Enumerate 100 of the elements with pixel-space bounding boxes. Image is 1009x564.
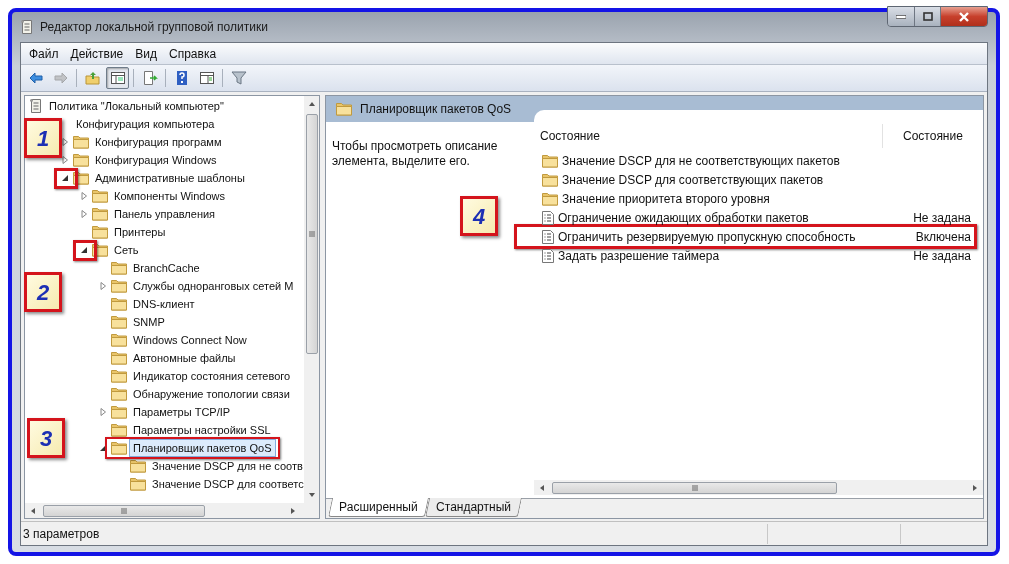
folder-icon [73,153,89,167]
setting-name: Задать разрешение таймера [558,247,720,265]
setting-name: Ограничение ожидающих обработки пакетов [558,209,809,227]
scroll-thumb[interactable] [552,481,837,494]
folder-icon [111,423,127,437]
list-row[interactable]: Значение DSCP для соответствующих пакетов [534,170,983,189]
document-icon [29,98,43,114]
setting-name: Значение приоритета второго уровня [562,190,770,208]
folder-icon [111,351,127,365]
tree-item[interactable]: Значение DSCP для не соотв [148,457,304,475]
status-text: 3 параметров [22,525,101,543]
setting-name: Значение DSCP для не соответствующих пакетов [562,152,840,170]
column-header[interactable]: Состояние [883,124,983,148]
close-button[interactable] [941,7,987,26]
list-row[interactable]: Ограничить резервируемую пропускную способность Включена [534,227,983,246]
list-row[interactable]: Задать разрешение таймера Не задана [534,246,983,265]
scroll-thumb[interactable] [305,114,318,354]
tree-item[interactable]: Windows Connect Now [129,331,251,349]
folder-icon [111,261,127,275]
minimize-button[interactable] [888,7,915,26]
horizontal-scrollbar[interactable] [534,480,983,495]
scroll-left-icon[interactable] [538,483,546,492]
tree-item[interactable]: Сеть [110,241,143,259]
tree-item[interactable]: Компоненты Windows [110,187,230,205]
folder-icon [111,387,127,401]
tree-item[interactable]: Параметры TCP/IP [129,403,235,421]
setting-state: Включена [915,228,971,246]
list-row[interactable]: Ограничение ожидающих обработки пакетов Не задана [534,208,983,227]
callout-badge: 3 [27,418,65,458]
tree-item[interactable]: DNS-клиент [129,295,199,313]
up-folder-icon [84,70,101,86]
folder-icon [73,135,89,149]
column-header[interactable]: Состояние [534,124,883,148]
maximize-icon [922,12,933,21]
callout-badge: 2 [24,272,62,312]
tree-item[interactable]: BranchCache [129,259,204,277]
grip-icon [121,507,127,514]
folder-icon [111,333,127,347]
vertical-scrollbar[interactable] [304,96,319,503]
folder-icon [111,297,127,311]
tree-item[interactable]: Панель управления [110,205,220,223]
expand-arrow-icon[interactable] [99,408,107,416]
menu-item[interactable]: Файл [25,44,63,63]
expand-arrow-icon[interactable] [61,156,69,164]
tree-item[interactable]: Параметры настройки SSL [129,421,275,439]
window-title: Редактор локальной групповой политики [40,19,268,36]
folder-icon [542,172,558,187]
folder-icon [111,405,127,419]
setting-state: Не задана [913,247,971,265]
scroll-right-icon[interactable] [289,506,297,515]
expand-arrow-icon[interactable] [80,210,88,218]
tree-pane-button[interactable] [106,67,129,89]
expand-arrow-icon[interactable] [80,192,88,200]
view-tab[interactable]: Стандартный [424,498,522,517]
folder-icon [111,441,127,455]
tree-item[interactable]: Конфигурация программ [91,133,226,151]
scroll-thumb[interactable] [43,504,205,517]
folder-icon [130,459,146,473]
horizontal-scrollbar[interactable] [25,503,319,518]
scroll-up-icon[interactable] [307,100,316,108]
tree-item[interactable]: Конфигурация Windows [91,151,221,169]
collapse-arrow-icon[interactable] [80,246,88,254]
document-icon [20,19,34,35]
details-title: Планировщик пакетов QoS [360,101,512,118]
folder-icon [111,369,127,383]
list-row[interactable]: Значение DSCP для не соответствующих пакетов [534,151,983,170]
tree-item[interactable]: Автономные файлы [129,349,240,367]
setting-icon [542,210,554,225]
tree-item[interactable]: Индикатор состояния сетевого [129,367,295,385]
tree-item[interactable]: Политика "Локальный компьютер" [45,97,228,115]
tree-item[interactable]: Службы одноранговых сетей М [129,277,298,295]
collapse-arrow-icon[interactable] [61,174,69,182]
setting-name: Ограничить резервируемую пропускную способность [558,228,856,246]
folder-icon [111,279,127,293]
scroll-left-icon[interactable] [29,506,37,515]
scroll-down-icon[interactable] [307,491,316,499]
expand-arrow-icon[interactable] [61,138,69,146]
setting-state: Не задана [913,209,971,227]
setting-name: Значение DSCP для соответствующих пакетов [562,171,824,189]
export-icon [141,70,158,86]
tree-item[interactable]: Конфигурация компьютера [72,115,219,133]
tree-item[interactable]: Значение DSCP для соответс [148,475,304,493]
tree-item[interactable]: Административные шаблоны [91,169,249,187]
folder-icon [92,225,108,239]
menu-item[interactable]: Справка [165,44,221,63]
collapse-arrow-icon[interactable] [99,444,107,452]
tree-item[interactable]: Принтеры [110,223,170,241]
view-tab[interactable]: Расширенный [328,498,429,517]
tree-item[interactable]: Планировщик пакетов QoS [129,439,276,457]
menu-item[interactable]: Вид [131,44,161,63]
list-row[interactable]: Значение приоритета второго уровня [534,189,983,208]
filter-icon [230,70,247,86]
expand-arrow-icon[interactable] [99,282,107,290]
maximize-button[interactable] [915,7,941,26]
tree-item[interactable]: SNMP [129,313,169,331]
menu-item[interactable]: Действие [66,44,128,63]
grip-icon [691,484,698,491]
pane-icon [198,70,215,86]
scroll-right-icon[interactable] [971,483,979,492]
tree-item[interactable]: Обнаружение топологии связи [129,385,294,403]
